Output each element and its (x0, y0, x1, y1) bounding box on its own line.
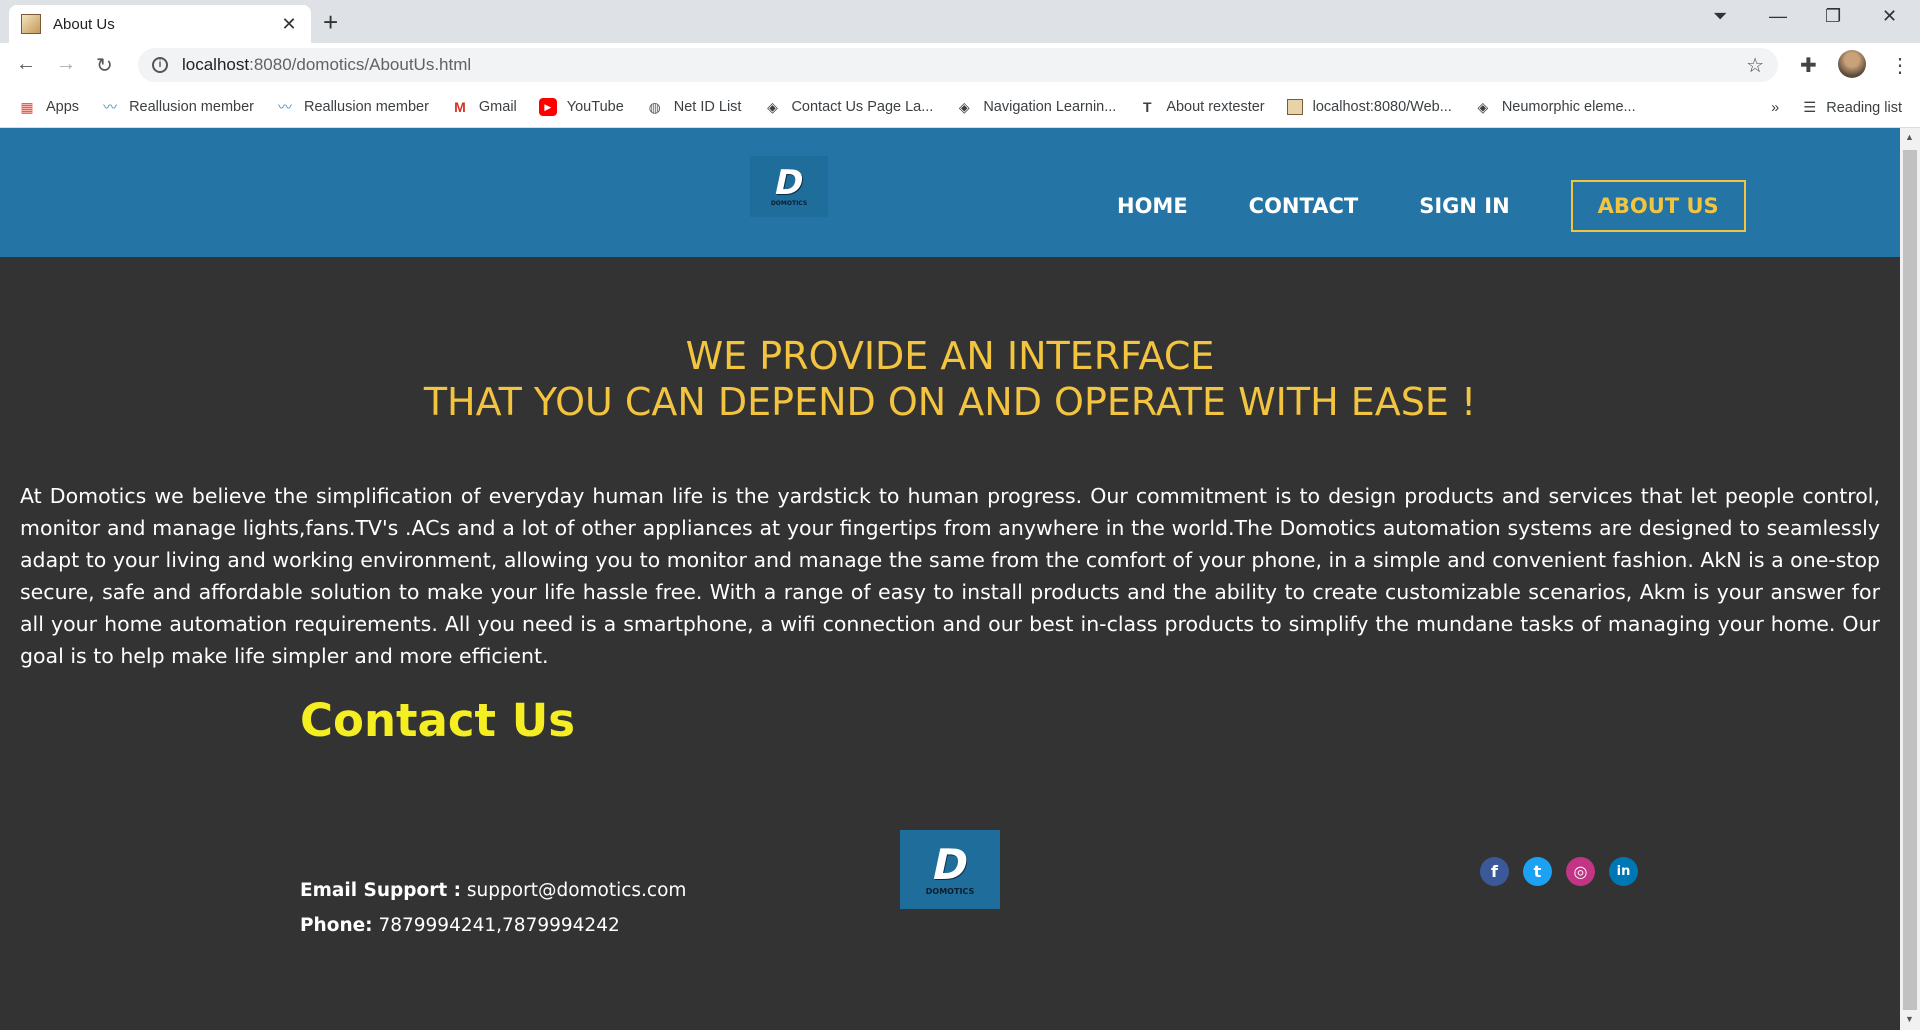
bookmark-contact-page[interactable]: ◈ Contact Us Page La... (763, 98, 933, 116)
linkedin-icon[interactable]: in (1609, 857, 1638, 886)
logo-mark-icon: D (770, 163, 808, 203)
close-window-icon[interactable]: ✕ (1882, 6, 1897, 27)
email-support-line: Email Support : support@domotics.com (300, 880, 686, 901)
footer-logo-mark-icon: D (927, 840, 973, 889)
back-icon[interactable]: ← (16, 53, 36, 76)
forward-icon[interactable]: → (56, 53, 76, 76)
scrollbar-thumb[interactable] (1903, 150, 1917, 1010)
nav-about-us[interactable]: ABOUT US (1570, 180, 1746, 232)
bookmarks-bar: ▦ Apps 〰 Reallusion member 〰 Reallusion mem… (0, 87, 1920, 128)
email-value[interactable]: support@domotics.com (467, 880, 687, 901)
reallusion-icon: 〰 (277, 99, 292, 115)
bookmark-star-icon[interactable]: ☆ (1746, 53, 1764, 78)
page-headline: WE PROVIDE AN INTERFACE THAT YOU CAN DEP… (0, 333, 1900, 425)
minimize-icon[interactable]: — (1769, 6, 1787, 27)
contact-title: Contact Us (300, 694, 576, 747)
about-paragraph: At Domotics we believe the simplificatio… (20, 484, 1880, 668)
reallusion-icon: 〰 (103, 99, 118, 115)
bookmarks-right: » ☰ Reading list (1771, 87, 1902, 128)
profile-avatar[interactable] (1838, 50, 1866, 78)
browser-tab[interactable]: About Us ✕ (9, 5, 311, 43)
nav-home[interactable]: HOME (1117, 194, 1188, 218)
social-links: f t ◎ in (1480, 857, 1652, 886)
page-viewport: D DOMOTICS HOME CONTACT SIGN IN ABOUT US… (0, 128, 1900, 1030)
tab-search-icon[interactable]: ⏷ (1713, 6, 1727, 27)
menu-kebab-icon[interactable]: ⋮ (1890, 53, 1910, 78)
bookmark-reallusion-1[interactable]: 〰 Reallusion member (101, 98, 254, 116)
bookmark-netid[interactable]: ◍ Net ID List (646, 98, 742, 116)
page-icon (1286, 99, 1303, 115)
instagram-icon[interactable]: ◎ (1566, 857, 1595, 886)
globe-icon: ◍ (648, 98, 661, 115)
new-tab-icon[interactable]: + (323, 7, 338, 38)
page-favicon-icon (21, 14, 41, 34)
phone-value: 7879994241,7879994242 (378, 915, 620, 936)
address-bar[interactable]: i localhost:8080/domotics/AboutUs.html ☆ (138, 48, 1778, 82)
reload-icon[interactable]: ↻ (96, 53, 113, 78)
site-info-icon[interactable]: i (152, 57, 168, 73)
apps-grid-icon: ▦ (20, 98, 34, 115)
phone-line: Phone: 7879994241,7879994242 (300, 915, 620, 936)
bookmark-gmail[interactable]: M Gmail (451, 98, 517, 116)
bookmark-localhost[interactable]: localhost:8080/Web... (1286, 99, 1452, 115)
bookmark-reallusion-2[interactable]: 〰 Reallusion member (276, 98, 429, 116)
bookmark-navigation[interactable]: ◈ Navigation Learnin... (955, 98, 1116, 116)
codepen-icon: ◈ (958, 98, 970, 115)
codepen-icon: ◈ (1477, 98, 1489, 115)
footer-logo[interactable]: D DOMOTICS (900, 830, 1000, 909)
headline-line-1: WE PROVIDE AN INTERFACE (685, 334, 1215, 378)
browser-tabstrip: About Us ✕ + ⏷ — ❐ ✕ (0, 0, 1920, 43)
tab-title: About Us (53, 15, 115, 33)
codepen-icon: ◈ (767, 98, 778, 115)
phone-label: Phone: (300, 915, 373, 936)
restore-icon[interactable]: ❐ (1825, 6, 1841, 27)
bookmark-youtube[interactable]: ▶ YouTube (538, 98, 624, 116)
reading-list-icon[interactable]: ☰ (1803, 100, 1816, 116)
page-scrollbar[interactable]: ▲ ▼ (1900, 128, 1920, 1030)
url-text: localhost:8080/domotics/AboutUs.html (182, 55, 472, 74)
bookmark-neumorphic[interactable]: ◈ Neumorphic eleme... (1474, 98, 1635, 116)
extensions-icon[interactable]: ✚ (1800, 53, 1817, 78)
more-bookmarks-button[interactable]: » (1771, 100, 1779, 116)
text-t-icon: T (1143, 99, 1152, 115)
main-nav: HOME CONTACT SIGN IN ABOUT US (1117, 180, 1746, 232)
email-label: Email Support : (300, 880, 462, 901)
nav-signin[interactable]: SIGN IN (1419, 194, 1509, 218)
nav-contact[interactable]: CONTACT (1249, 194, 1359, 218)
facebook-icon[interactable]: f (1480, 857, 1509, 886)
scroll-up-icon[interactable]: ▲ (1905, 132, 1914, 142)
tab-close-icon[interactable]: ✕ (279, 14, 299, 35)
twitter-icon[interactable]: t (1523, 857, 1552, 886)
gmail-icon: M (454, 99, 466, 115)
youtube-icon: ▶ (538, 98, 557, 116)
browser-toolbar: ← → ↻ i localhost:8080/domotics/AboutUs.… (0, 43, 1920, 87)
bookmark-rextester[interactable]: T About rextester (1138, 98, 1265, 116)
site-header: D DOMOTICS HOME CONTACT SIGN IN ABOUT US (0, 128, 1900, 257)
bookmark-apps[interactable]: ▦ Apps (18, 98, 79, 116)
header-logo[interactable]: D DOMOTICS (750, 156, 828, 217)
headline-line-2: THAT YOU CAN DEPEND ON AND OPERATE WITH … (423, 380, 1477, 424)
scroll-down-icon[interactable]: ▼ (1905, 1014, 1914, 1024)
reading-list-button[interactable]: Reading list (1826, 100, 1902, 116)
